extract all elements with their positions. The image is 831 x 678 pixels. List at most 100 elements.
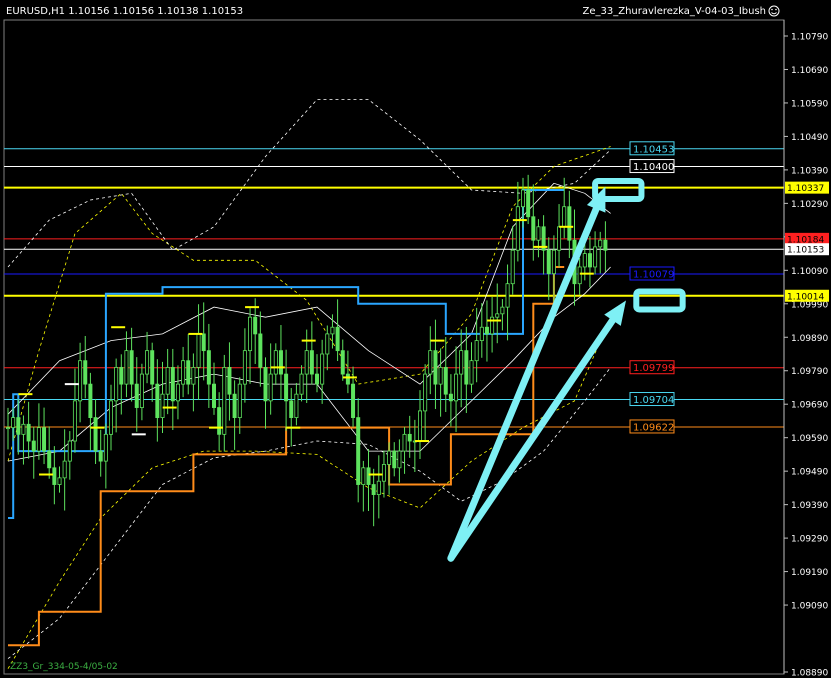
- candle: [191, 353, 196, 412]
- channel-wide-upper: [7, 99, 611, 268]
- candle: [206, 323, 211, 408]
- candle: [335, 299, 340, 362]
- candle: [536, 219, 541, 258]
- candle: [289, 388, 294, 447]
- price-chart[interactable]: 1.08890 1.09090 1.09190 1.09290 1.09390 1.094…: [0, 0, 831, 678]
- candle: [443, 336, 448, 412]
- candle: [196, 304, 201, 401]
- channel-outer-lower: [7, 317, 611, 669]
- candle: [186, 334, 191, 395]
- step-line-orange: [8, 266, 565, 647]
- axis-tick-label: 1.09690: [791, 401, 828, 411]
- axis-tick-label: 1.10290: [791, 200, 828, 210]
- level-value: 1.10453: [633, 144, 674, 155]
- candle: [459, 329, 464, 408]
- candle: [181, 346, 186, 398]
- candle: [150, 342, 155, 402]
- symbol-info: EURUSD,H1 1.10156 1.10156 1.10138 1.1015…: [6, 6, 243, 17]
- level-label: 1.09704: [629, 392, 675, 407]
- candle: [567, 190, 572, 259]
- candle: [222, 354, 227, 452]
- axis-tick-label: 1.09490: [791, 468, 828, 478]
- candle: [356, 398, 361, 503]
- candle: [479, 303, 484, 358]
- axis-tick-label: 1.10790: [791, 33, 828, 43]
- candle: [309, 321, 314, 385]
- candle: [551, 235, 556, 305]
- candle: [484, 300, 489, 362]
- candle: [268, 343, 273, 415]
- level-label: 1.09622: [629, 419, 675, 434]
- candle: [211, 362, 216, 415]
- chart-window[interactable]: 1.08890 1.09090 1.09190 1.09290 1.09390 1.094…: [0, 0, 831, 678]
- candle: [417, 390, 422, 460]
- candle: [278, 325, 283, 400]
- candle: [469, 342, 474, 393]
- candle: [42, 407, 47, 465]
- candle: [320, 339, 325, 404]
- candle: [134, 357, 139, 432]
- candle: [376, 455, 381, 519]
- level-value: 1.09704: [633, 395, 674, 406]
- candle: [505, 264, 510, 341]
- candle: [371, 468, 376, 527]
- candle: [448, 374, 453, 427]
- smiley-icon: [768, 5, 780, 17]
- candle: [423, 364, 428, 442]
- axis-tick-label: 1.10490: [791, 133, 828, 143]
- candle: [273, 343, 278, 385]
- candle: [93, 398, 98, 464]
- axis-tick-label: 1.09190: [791, 568, 828, 578]
- axis-tick-label: 1.10090: [791, 267, 828, 277]
- candle: [381, 450, 386, 498]
- channel-wide-lower: [7, 367, 611, 659]
- channel-outer-upper: [7, 146, 611, 462]
- level-value: 1.10153: [787, 246, 824, 256]
- candle: [500, 299, 505, 331]
- candle: [16, 399, 21, 455]
- axis-tick-label: 1.08890: [791, 669, 828, 678]
- candle: [397, 439, 402, 483]
- candle: [237, 377, 242, 434]
- axis-tick-label: 1.09590: [791, 434, 828, 444]
- axis-tick-label: 1.10590: [791, 99, 828, 109]
- candle: [402, 426, 407, 474]
- candle: [232, 380, 237, 450]
- candle: [165, 348, 170, 415]
- candle: [6, 407, 11, 450]
- price-axis-label: 1.10153: [785, 243, 829, 256]
- price-axis-label: 1.10337: [785, 181, 829, 194]
- axis-tick-label: 1.09090: [791, 602, 828, 612]
- highlight-box: [633, 288, 686, 313]
- candle: [248, 308, 253, 384]
- axis-tick-label: 1.10390: [791, 166, 828, 176]
- axis-tick-label: 1.09790: [791, 367, 828, 377]
- level-value: 1.10337: [787, 184, 824, 194]
- candle: [433, 319, 438, 409]
- candle: [407, 415, 412, 458]
- candle: [557, 204, 562, 268]
- candle: [67, 431, 72, 480]
- candle: [593, 231, 598, 275]
- channel-inner-upper: [7, 182, 611, 415]
- trend-arrow: [447, 186, 606, 562]
- level-value: 1.10014: [787, 292, 824, 302]
- candle: [52, 446, 57, 505]
- candle: [294, 382, 299, 426]
- price-axis-label: 1.10014: [785, 289, 829, 302]
- candle: [72, 368, 77, 453]
- candle: [119, 354, 124, 415]
- candle: [598, 231, 603, 274]
- candle: [47, 426, 52, 479]
- candle: [217, 392, 222, 451]
- candle: [139, 363, 144, 421]
- candle: [603, 221, 608, 272]
- axis-tick-label: 1.10690: [791, 66, 828, 76]
- level-label: 1.09799: [629, 360, 675, 375]
- candle: [546, 237, 551, 301]
- candle: [366, 449, 371, 512]
- candle: [577, 257, 582, 295]
- candle: [351, 366, 356, 428]
- candle: [438, 348, 443, 417]
- candle: [103, 423, 108, 489]
